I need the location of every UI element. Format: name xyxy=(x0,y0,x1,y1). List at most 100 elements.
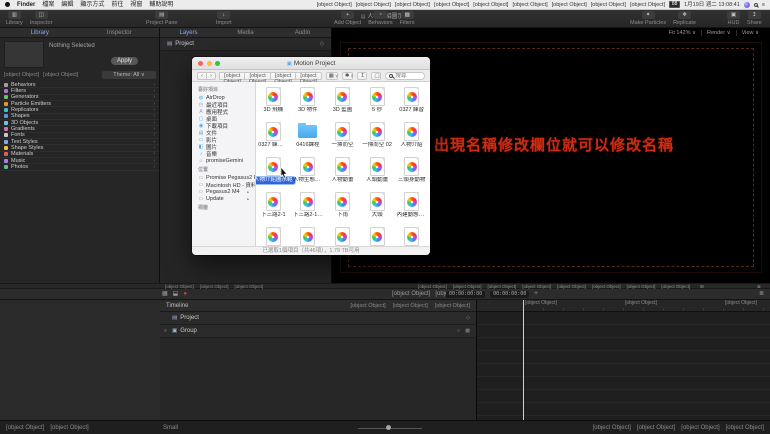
menu-view[interactable]: 顯示方式 xyxy=(80,0,104,10)
battery-indicator[interactable]: 88 xyxy=(669,1,681,8)
sidebar-item[interactable]: ▭ 影片 xyxy=(192,136,255,144)
sidebar-item[interactable]: A 應用程式 xyxy=(192,108,255,116)
siri-icon[interactable] xyxy=(743,1,750,8)
file-item[interactable]: 下雨 xyxy=(325,189,359,224)
current-timecode[interactable]: 00:00:00:00 xyxy=(446,291,486,298)
render-dropdown[interactable]: Render ∨ xyxy=(701,30,736,36)
view-dropdown[interactable]: View ∨ xyxy=(735,30,764,36)
show-timeline-icon[interactable]: ▦ xyxy=(162,289,168,300)
share-button[interactable]: ↥ xyxy=(357,71,368,80)
zoom-slider-thumb[interactable] xyxy=(386,425,391,430)
file-item[interactable]: 人頭動畫 xyxy=(360,154,394,189)
camera-icon[interactable]: ◇ xyxy=(320,41,324,47)
status-icon[interactable]: [object Object] xyxy=(356,0,391,10)
sidebar-item[interactable]: ▭ Macintosh HD - 資料 xyxy=(192,181,255,189)
menu-edit[interactable]: 編輯 xyxy=(61,0,73,10)
search-field[interactable] xyxy=(385,71,425,80)
tab-library[interactable]: Library xyxy=(0,28,80,37)
toolbar-button[interactable]: + Add Object xyxy=(334,11,361,26)
bottom-bar-icon[interactable]: [object Object] xyxy=(681,425,719,431)
library-view-icon[interactable]: [object Object] xyxy=(43,72,78,78)
tab-layers[interactable]: Layers xyxy=(160,28,217,37)
status-icon[interactable]: [object Object] xyxy=(395,0,430,10)
sidebar-item[interactable]: ▤ 文件 xyxy=(192,129,255,137)
zoom-button[interactable] xyxy=(215,61,220,66)
layer-status-icons[interactable]: ○ ▩ xyxy=(457,328,472,334)
notification-center-icon[interactable]: ≡ xyxy=(762,0,765,10)
timeline-header-icon[interactable]: [object Object] xyxy=(435,303,470,309)
toolbar-button[interactable]: ▣ HUD xyxy=(727,11,740,26)
view-mode-button[interactable]: [object Object] xyxy=(244,71,271,85)
file-item[interactable]: 5 秒 xyxy=(360,84,394,119)
bottom-bar-icon[interactable]: [object Object] xyxy=(726,425,764,431)
status-icon[interactable]: [object Object] xyxy=(552,0,587,10)
tab-media[interactable]: Media xyxy=(217,28,274,37)
sidebar-item[interactable]: ▭ Pegasus2 M4 ▴ xyxy=(192,188,255,195)
apply-button[interactable]: Apply xyxy=(111,57,138,65)
toolbar-button[interactable]: ❖ Replicate xyxy=(673,11,696,26)
search-input[interactable] xyxy=(395,72,421,79)
file-item[interactable]: 內建動態樣板 05 xyxy=(395,224,429,246)
bottom-bar-icon[interactable]: [object Object] xyxy=(593,425,631,431)
show-keyframes-icon[interactable]: ⬓ xyxy=(173,289,179,300)
toolbar-button[interactable]: ▥ Library xyxy=(6,11,23,26)
file-item[interactable]: 人物動畫 xyxy=(325,154,359,189)
view-mode-button[interactable]: [object Object] xyxy=(219,71,246,85)
close-button[interactable] xyxy=(198,61,203,66)
toolbar-button[interactable]: ▩ Filters xyxy=(400,11,415,26)
sidebar-item[interactable]: ⌂ promiseGemini xyxy=(192,157,255,164)
forward-button[interactable]: › xyxy=(206,71,216,80)
file-item[interactable]: 3D 飛機 xyxy=(256,84,290,119)
zoom-slider[interactable] xyxy=(358,425,422,430)
duration-timecode[interactable]: 00:00:00:00 xyxy=(490,291,530,298)
status-icon[interactable]: [object Object] xyxy=(591,0,626,10)
library-category-row[interactable]: Photos › xyxy=(0,164,159,171)
file-item[interactable]: 一掃而空 xyxy=(325,119,359,154)
clock[interactable]: 1月19日 週二 13:08:41 xyxy=(684,0,740,10)
eject-icon[interactable]: ▴ xyxy=(247,189,249,195)
layer-status-icons[interactable]: ◇ xyxy=(466,315,472,321)
arrange-button[interactable]: ▦∨ xyxy=(325,71,338,80)
finder-title-bar[interactable]: ▣ Motion Project xyxy=(192,57,430,70)
toolbar-button[interactable]: ◔ Behaviors xyxy=(368,11,393,26)
layers-project-row[interactable]: ▤ Project ◇ xyxy=(160,38,331,51)
apple-logo-icon[interactable] xyxy=(5,2,10,7)
toolbar-button[interactable]: ↥ Share xyxy=(747,11,762,26)
timeline-layer-row[interactable]: ≡ ▣ Group ○ ▩ xyxy=(160,325,476,338)
sidebar-item[interactable]: ♪ 音樂 xyxy=(192,150,255,158)
file-item[interactable]: 下三路2-1 xyxy=(256,189,290,224)
timing-options-icon[interactable]: ≣ xyxy=(759,289,764,300)
eject-icon[interactable]: ▴ xyxy=(247,196,249,202)
add-marker-icon[interactable]: + xyxy=(534,289,538,300)
timeline-header-icon[interactable]: [object Object] xyxy=(350,303,385,309)
file-item[interactable]: 人物介紹 xyxy=(395,119,429,154)
file-item[interactable]: 內建動態樣板 03 xyxy=(325,224,359,246)
bottom-bar-icon[interactable]: [object Object] xyxy=(50,425,88,431)
library-view-icon[interactable]: [object Object] xyxy=(4,72,39,78)
tab-audio[interactable]: Audio xyxy=(274,28,331,37)
view-mode-button[interactable]: [object Object] xyxy=(269,71,297,85)
bottom-bar-icon[interactable]: [object Object] xyxy=(6,425,44,431)
action-button[interactable]: ✱∨ xyxy=(341,71,354,80)
record-button[interactable]: ● xyxy=(183,289,187,300)
theme-dropdown[interactable]: Theme: All ∨ xyxy=(102,71,156,79)
file-item[interactable]: 內建動態樣板 01 xyxy=(256,224,290,246)
view-mode-button[interactable]: [object Object] xyxy=(295,71,322,85)
file-item[interactable]: 3D 物件 xyxy=(291,84,325,119)
sidebar-item[interactable]: ▭ Update ▴ xyxy=(192,195,255,202)
file-item[interactable]: 0327 練習 02 xyxy=(256,119,290,154)
file-item[interactable]: 0327 練習 xyxy=(395,84,429,119)
file-item[interactable]: 一掃而空 02 xyxy=(360,119,394,154)
status-icon[interactable]: [object Object] xyxy=(434,0,469,10)
file-item[interactable]: 0416課程 xyxy=(291,119,325,154)
status-icon[interactable]: [object Object] xyxy=(630,0,665,10)
tab-inspector[interactable]: Inspector xyxy=(80,28,160,37)
status-icon[interactable]: [object Object] xyxy=(317,0,352,10)
status-icon[interactable]: [object Object] xyxy=(473,0,508,10)
file-item[interactable]: 內建動態樣板 02 xyxy=(291,224,325,246)
bottom-bar-icon[interactable]: [object Object] xyxy=(637,425,675,431)
file-item[interactable]: 下三路2-1字幕 xyxy=(291,189,325,224)
import-button[interactable]: ↓ Import xyxy=(216,11,232,26)
file-item[interactable]: 內建動態樣板 xyxy=(395,189,429,224)
spotlight-icon[interactable] xyxy=(753,2,758,7)
